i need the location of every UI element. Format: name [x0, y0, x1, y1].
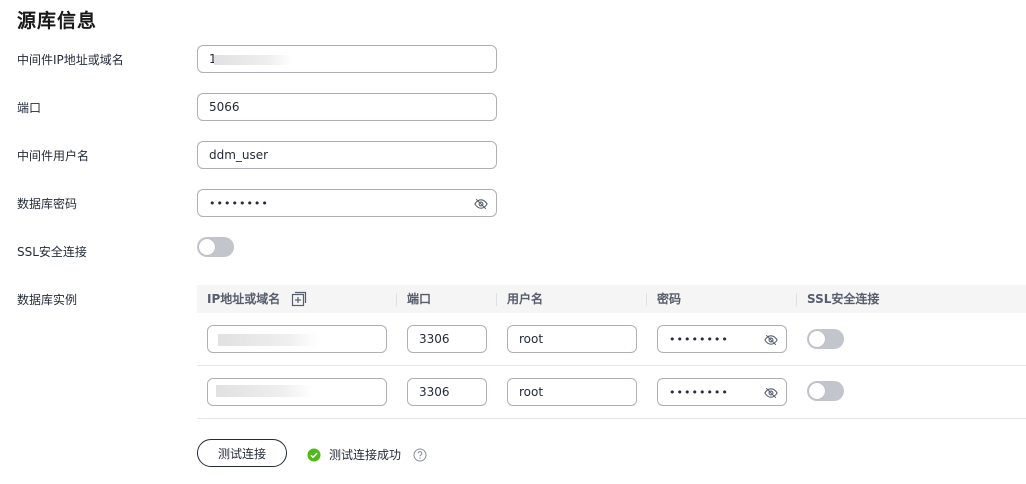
instance-password-input[interactable]: •••••••• [657, 325, 787, 353]
middleware-user-input[interactable]: ddm_user [197, 141, 497, 169]
instance-port-input[interactable]: 3306 [407, 378, 487, 406]
ssl-toggle[interactable] [197, 237, 234, 257]
instance-password-value: •••••••• [669, 332, 729, 346]
instance-user-value: root [519, 385, 544, 399]
instance-ip-input[interactable] [207, 325, 387, 353]
middleware-ip-input[interactable]: 1 [197, 45, 497, 73]
instance-password-value: •••••••• [669, 385, 729, 399]
help-icon[interactable] [413, 448, 427, 462]
col-port: 端口 [407, 292, 432, 306]
instance-ssl-toggle[interactable] [807, 381, 844, 401]
redacted-ip [214, 55, 292, 65]
header-divider [796, 293, 797, 306]
eye-off-icon[interactable] [474, 197, 488, 211]
header-divider [496, 293, 497, 306]
port-label: 端口 [17, 101, 42, 115]
middleware-user-value: ddm_user [209, 148, 269, 162]
instance-ssl-toggle[interactable] [807, 329, 844, 349]
ssl-label: SSL安全连接 [17, 245, 87, 259]
eye-off-icon[interactable] [764, 386, 778, 400]
col-password: 密码 [657, 292, 682, 306]
db-password-input[interactable]: •••••••• [197, 189, 497, 217]
toggle-knob [809, 383, 825, 399]
instance-ip-input[interactable] [207, 378, 387, 406]
instance-user-value: root [519, 332, 544, 346]
col-user: 用户名 [507, 292, 544, 306]
row-divider [197, 365, 1026, 366]
test-connection-button[interactable]: 测试连接 [197, 439, 287, 467]
instances-label: 数据库实例 [17, 293, 78, 307]
col-ip: IP地址或域名 [207, 285, 307, 313]
test-status-text: 测试连接成功 [329, 448, 402, 462]
toggle-knob [809, 331, 825, 347]
test-status: 测试连接成功 [307, 446, 427, 463]
instance-password-input[interactable]: •••••••• [657, 378, 787, 406]
header-divider [396, 293, 397, 306]
instance-port-value: 3306 [419, 332, 450, 346]
middleware-user-label: 中间件用户名 [17, 149, 90, 163]
instance-port-value: 3306 [419, 385, 450, 399]
instance-user-input[interactable]: root [507, 378, 637, 406]
header-divider [646, 293, 647, 306]
db-password-label: 数据库密码 [17, 197, 78, 211]
instances-table-header: IP地址或域名 端口 用户名 密码 SSL安全连接 [197, 285, 1026, 313]
eye-off-icon[interactable] [764, 333, 778, 347]
instance-port-input[interactable]: 3306 [407, 325, 487, 353]
db-password-value: •••••••• [209, 196, 269, 210]
add-icon[interactable] [291, 291, 307, 307]
col-ip-label: IP地址或域名 [207, 292, 281, 306]
redacted-ip [218, 334, 318, 346]
middleware-ip-label: 中间件IP地址或域名 [17, 53, 124, 67]
instance-user-input[interactable]: root [507, 325, 637, 353]
redacted-ip [216, 385, 312, 397]
section-title: 源库信息 [17, 10, 98, 32]
port-input[interactable]: 5066 [197, 93, 497, 121]
row-divider [197, 418, 1026, 419]
port-value: 5066 [209, 100, 240, 114]
col-ssl: SSL安全连接 [807, 292, 880, 306]
toggle-knob [199, 239, 215, 255]
check-circle-icon [307, 448, 321, 461]
